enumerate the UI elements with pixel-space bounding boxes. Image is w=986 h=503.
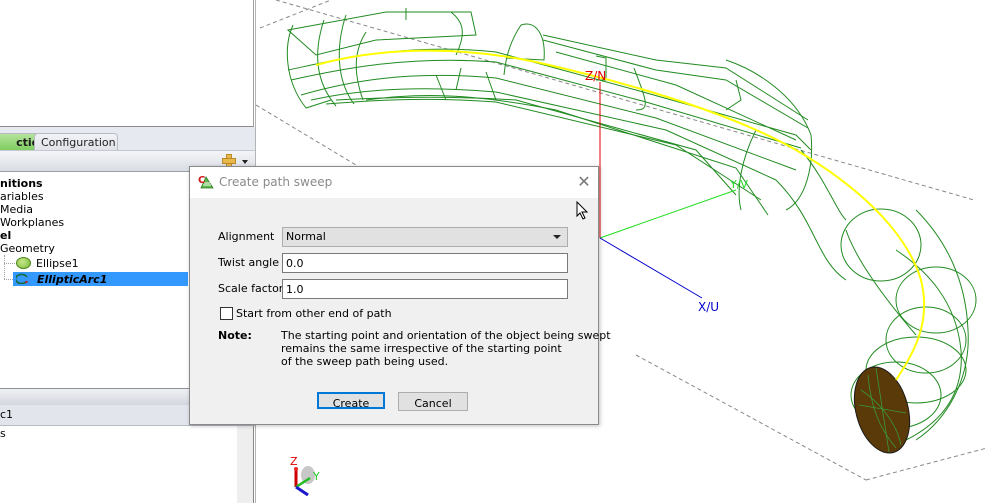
note-text: The starting point and orientation of th…	[281, 329, 611, 368]
dialog-titlebar[interactable]: C Create path sweep ✕	[190, 167, 598, 198]
tree-item-definitions[interactable]: nitions	[0, 177, 43, 190]
tree-item-ellipse1[interactable]: Ellipse1	[36, 257, 79, 270]
x-axis-line	[599, 237, 703, 299]
tree-connector	[4, 263, 15, 264]
start-other-end-checkbox[interactable]	[220, 307, 233, 320]
elliptic-arc-icon	[16, 273, 28, 284]
tree-connector	[4, 279, 13, 280]
app-icon: C	[198, 175, 214, 189]
orientation-triad: Z Y	[290, 455, 320, 497]
note-label: Note:	[218, 329, 252, 342]
properties-header-text: c1	[0, 408, 14, 421]
twist-angle-field[interactable]	[282, 253, 568, 273]
scale-factor-field[interactable]	[282, 279, 568, 299]
chevron-down-icon	[553, 235, 561, 239]
svg-text:C: C	[198, 175, 205, 186]
alignment-select[interactable]: Normal	[282, 227, 568, 247]
triad-y-label: Y	[312, 470, 320, 483]
scale-factor-input[interactable]	[283, 280, 567, 298]
y-axis-line	[599, 189, 737, 239]
alignment-value: Normal	[286, 230, 326, 243]
twist-angle-input[interactable]	[283, 254, 567, 272]
ellipse-icon	[16, 257, 31, 269]
upper-panel	[0, 0, 254, 127]
tree-item-ellipticarc1-label[interactable]: EllipticArc1	[37, 273, 107, 286]
properties-row: s	[0, 427, 6, 440]
mouse-cursor-icon	[576, 201, 589, 220]
dialog-title: Create path sweep	[219, 175, 333, 189]
tree-item-geometry[interactable]: Geometry	[0, 242, 55, 255]
y-axis-label: Y/V	[729, 178, 748, 191]
properties-scrollbar[interactable]	[237, 426, 254, 503]
tree-item-model[interactable]: el	[0, 229, 11, 242]
add-dropdown-arrow-icon[interactable]	[242, 160, 248, 164]
alignment-label: Alignment	[218, 230, 275, 243]
z-axis-label: Z/N	[585, 69, 606, 83]
scale-factor-label: Scale factor	[218, 282, 284, 295]
close-icon[interactable]: ✕	[575, 172, 593, 192]
tree-item-variables[interactable]: ariables	[0, 190, 44, 203]
twist-angle-label: Twist angle	[218, 256, 280, 269]
tab-configuration[interactable]: Configuration	[34, 133, 118, 151]
create-button[interactable]: Create	[317, 392, 385, 410]
tree-connector	[4, 255, 5, 279]
tree-item-workplanes[interactable]: Workplanes	[0, 216, 64, 229]
panel-tabbar: ction Configuration	[0, 127, 255, 151]
sweep-end-face	[853, 366, 911, 454]
create-path-sweep-dialog: C Create path sweep ✕ Alignment Normal T…	[189, 166, 611, 425]
start-other-end-label[interactable]: Start from other end of path	[236, 307, 392, 320]
triad-z-label: Z	[290, 455, 298, 468]
cancel-button[interactable]: Cancel	[398, 392, 468, 411]
properties-body: s	[0, 426, 237, 503]
tree-item-media[interactable]: Media	[0, 203, 33, 216]
x-axis-label: X/U	[698, 300, 719, 314]
